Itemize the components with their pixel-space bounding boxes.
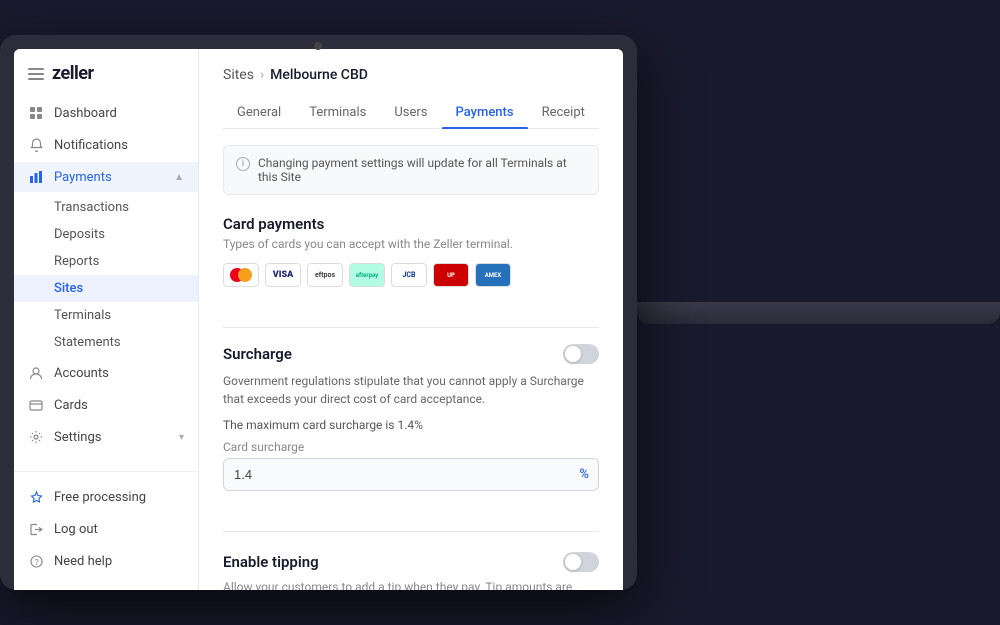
logout-label: Log out: [54, 522, 184, 537]
tipping-section: Enable tipping Allow your customers to a…: [223, 548, 599, 590]
surcharge-input-group: Card surcharge %: [223, 440, 599, 491]
tab-general[interactable]: General: [223, 97, 295, 128]
free-processing-label: Free processing: [54, 490, 184, 505]
card-icons-row: VISA eftpos afterpay JCB UP: [223, 263, 599, 287]
amex-icon: AMEX: [475, 263, 511, 287]
surcharge-section: Surcharge Government regulations stipula…: [223, 344, 599, 491]
info-banner-text: Changing payment settings will update fo…: [258, 156, 586, 184]
cards-label: Cards: [54, 398, 184, 413]
sidebar-item-free-processing[interactable]: Free processing: [14, 482, 198, 512]
breadcrumb-current: Melbourne CBD: [270, 67, 368, 83]
payments-arrow: ▲: [174, 172, 184, 183]
sidebar-nav: Dashboard Notifications: [14, 98, 198, 461]
sidebar-item-terminals[interactable]: Terminals: [14, 302, 198, 329]
sidebar-item-settings[interactable]: Settings ▾: [14, 422, 198, 452]
svg-text:?: ?: [34, 558, 39, 567]
tab-users[interactable]: Users: [380, 97, 441, 128]
info-banner: i Changing payment settings will update …: [223, 145, 599, 195]
sidebar-item-sites[interactable]: Sites: [14, 275, 198, 302]
surcharge-toggle-row: Surcharge: [223, 344, 599, 364]
breadcrumb-separator: ›: [260, 67, 264, 83]
unionpay-icon: UP: [433, 263, 469, 287]
info-icon: i: [236, 157, 250, 171]
tipping-toggle[interactable]: [563, 552, 599, 572]
card-payments-section: Card payments Types of cards you can acc…: [223, 215, 599, 287]
laptop-shell: zeller Dashboard: [0, 35, 637, 590]
help-icon: ?: [28, 553, 44, 569]
tabs-bar: General Terminals Users Payments Receipt: [223, 97, 599, 129]
payments-submenu: Transactions Deposits Reports Sites Term…: [14, 194, 198, 356]
surcharge-input[interactable]: [223, 458, 599, 491]
payments-label: Payments: [54, 170, 164, 185]
eftpos-icon: eftpos: [307, 263, 343, 287]
tipping-description: Allow your customers to add a tip when t…: [223, 580, 599, 590]
sidebar-item-payments[interactable]: Payments ▲: [14, 162, 198, 192]
jcb-icon: JCB: [391, 263, 427, 287]
notifications-label: Notifications: [54, 138, 184, 153]
amex-label: AMEX: [485, 272, 501, 279]
sidebar-footer: Free processing Log out: [14, 471, 198, 576]
logo: zeller: [52, 63, 94, 84]
tab-terminals[interactable]: Terminals: [295, 97, 380, 128]
card-payments-title: Card payments: [223, 215, 599, 233]
sidebar-item-notifications[interactable]: Notifications: [14, 130, 198, 160]
section-divider-1: [223, 327, 599, 328]
menu-icon[interactable]: [28, 68, 44, 80]
tab-receipt[interactable]: Receipt: [528, 97, 599, 128]
sidebar-item-transactions[interactable]: Transactions: [14, 194, 198, 221]
sidebar: zeller Dashboard: [14, 49, 199, 590]
gear-icon: [28, 429, 44, 445]
surcharge-toggle-thumb: [565, 346, 581, 362]
sidebar-item-logout[interactable]: Log out: [14, 514, 198, 544]
need-help-label: Need help: [54, 554, 184, 569]
sidebar-item-accounts[interactable]: Accounts: [14, 358, 198, 388]
sidebar-item-dashboard[interactable]: Dashboard: [14, 98, 198, 128]
account-icon: [28, 365, 44, 381]
surcharge-description: Government regulations stipulate that yo…: [223, 372, 599, 408]
surcharge-title: Surcharge: [223, 345, 292, 363]
breadcrumb: Sites › Melbourne CBD: [223, 67, 599, 83]
sidebar-item-cards[interactable]: Cards: [14, 390, 198, 420]
surcharge-input-suffix: %: [579, 467, 589, 482]
card-payments-subtitle: Types of cards you can accept with the Z…: [223, 237, 599, 251]
visa-icon: VISA: [265, 263, 301, 287]
surcharge-toggle[interactable]: [563, 344, 599, 364]
tipping-title: Enable tipping: [223, 553, 319, 571]
mastercard-icon: [223, 263, 259, 287]
section-divider-2: [223, 531, 599, 532]
sidebar-item-statements[interactable]: Statements: [14, 329, 198, 356]
surcharge-input-label: Card surcharge: [223, 440, 599, 454]
sidebar-item-help[interactable]: ? Need help: [14, 546, 198, 576]
card-icon: [28, 397, 44, 413]
bell-icon: [28, 137, 44, 153]
grid-icon: [28, 105, 44, 121]
settings-label: Settings: [54, 430, 169, 445]
breadcrumb-parent[interactable]: Sites: [223, 67, 254, 83]
visa-label: VISA: [273, 270, 293, 280]
logout-icon: [28, 521, 44, 537]
tipping-toggle-row: Enable tipping: [223, 552, 599, 572]
tipping-toggle-thumb: [565, 554, 581, 570]
laptop-camera: [314, 42, 322, 50]
chart-icon: [28, 169, 44, 185]
afterpay-icon: afterpay: [349, 263, 385, 287]
surcharge-input-wrapper: %: [223, 458, 599, 491]
laptop-screen: zeller Dashboard: [14, 49, 623, 590]
sidebar-item-reports[interactable]: Reports: [14, 248, 198, 275]
app-layout: zeller Dashboard: [14, 49, 623, 590]
dashboard-label: Dashboard: [54, 106, 184, 121]
main-content: Sites › Melbourne CBD General Terminals …: [199, 49, 623, 590]
sidebar-item-deposits[interactable]: Deposits: [14, 221, 198, 248]
star-icon: [28, 489, 44, 505]
settings-arrow: ▾: [179, 432, 184, 443]
tab-payments[interactable]: Payments: [442, 97, 528, 128]
laptop-base: [637, 302, 1000, 324]
surcharge-max-text: The maximum card surcharge is 1.4%: [223, 418, 599, 432]
accounts-label: Accounts: [54, 366, 184, 381]
logo-area: zeller: [14, 63, 198, 98]
